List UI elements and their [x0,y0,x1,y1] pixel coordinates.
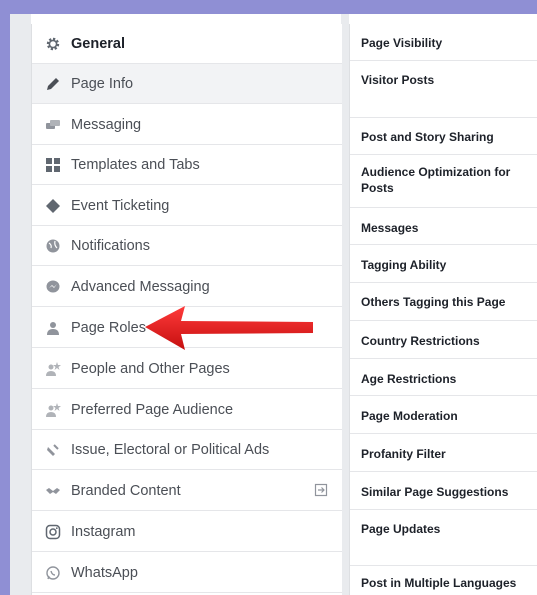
sidebar-item-event-ticketing[interactable]: Event Ticketing [32,186,342,226]
setting-post-multiple-languages[interactable]: Post in Multiple Languages [350,566,537,595]
sidebar-item-label: Preferred Page Audience [71,401,234,418]
setting-label: Post in Multiple Languages [361,576,517,590]
setting-post-story-sharing[interactable]: Post and Story Sharing [350,118,537,155]
sidebar-item-messaging[interactable]: Messaging [32,105,342,145]
sidebar-item-notifications[interactable]: Notifications [32,226,342,266]
setting-tagging-ability[interactable]: Tagging Ability [350,245,537,283]
sidebar-item-label: Instagram [71,523,136,540]
setting-label: Tagging Ability [361,258,447,272]
sidebar-item-label: People and Other Pages [71,360,230,377]
instagram-icon [44,523,62,541]
setting-label: Country Restrictions [361,334,480,348]
sidebar-item-label: WhatsApp [71,564,138,581]
sidebar-item-instagram[interactable]: Instagram [32,512,342,552]
pencil-icon [44,75,62,93]
sidebar-item-label: Advanced Messaging [71,278,210,295]
sidebar-item-people-other-pages[interactable]: People and Other Pages [32,349,342,389]
setting-page-updates[interactable]: Page Updates [350,510,537,566]
sidebar-item-political-ads[interactable]: Issue, Electoral or Political Ads [32,430,342,470]
setting-messages[interactable]: Messages [350,208,537,245]
setting-label: Similar Page Suggestions [361,485,509,499]
sidebar-item-page-info[interactable]: Page Info [32,64,342,104]
setting-label: Messages [361,221,419,235]
setting-similar-page-suggestions[interactable]: Similar Page Suggestions [350,472,537,510]
sidebar-item-label: Page Info [71,75,134,92]
handshake-icon [44,482,62,500]
messenger-icon [44,278,62,296]
sidebar-item-label: Issue, Electoral or Political Ads [71,441,270,458]
grid-icon [44,156,62,174]
setting-label: Audience Optimization for Posts [361,165,511,195]
setting-label: Profanity Filter [361,447,446,461]
sidebar-item-label: Page Roles [71,319,146,336]
sidebar-item-advanced-messaging[interactable]: Advanced Messaging [32,267,342,307]
setting-page-moderation[interactable]: Page Moderation [350,396,537,434]
setting-country-restrictions[interactable]: Country Restrictions [350,321,537,359]
setting-label: Others Tagging this Page [361,295,506,309]
setting-label: Page Visibility [361,36,443,50]
setting-visitor-posts[interactable]: Visitor Posts [350,61,537,118]
sidebar-item-label: General [71,35,125,52]
settings-list: Page Visibility Visitor Posts Post and S… [349,24,537,595]
setting-label: Post and Story Sharing [361,130,494,144]
sidebar-item-label: Templates and Tabs [71,156,200,173]
setting-profanity-filter[interactable]: Profanity Filter [350,434,537,472]
left-gutter [10,14,31,595]
sidebar-item-templates-tabs[interactable]: Templates and Tabs [32,145,342,185]
window-frame-top [0,0,537,14]
setting-label: Page Moderation [361,409,458,423]
gear-icon [44,35,62,53]
sidebar-item-label: Messaging [71,116,142,133]
sidebar-item-general[interactable]: General [32,24,342,64]
people-star-icon [44,401,62,419]
setting-label: Age Restrictions [361,372,457,386]
person-icon [44,319,62,337]
megaphone-icon [44,441,62,459]
setting-audience-optimization[interactable]: Audience Optimization for Posts [350,155,537,208]
chat-bubbles-icon [44,116,62,134]
sidebar-item-label: Event Ticketing [71,197,170,214]
sidebar-item-label: Notifications [71,237,150,254]
sidebar-item-label: Branded Content [71,482,181,499]
sidebar-item-whatsapp[interactable]: WhatsApp [32,553,342,593]
red-arrow-annotation [145,306,313,350]
sidebar-item-branded-content[interactable]: Branded Content [32,471,342,511]
setting-age-restrictions[interactable]: Age Restrictions [350,359,537,396]
window-frame-left [0,0,10,595]
setting-page-visibility[interactable]: Page Visibility [350,24,537,61]
column-gutter [341,14,349,595]
sidebar-item-preferred-audience[interactable]: Preferred Page Audience [32,390,342,430]
whatsapp-icon [44,564,62,582]
setting-label: Page Updates [361,522,441,536]
setting-others-tagging[interactable]: Others Tagging this Page [350,283,537,321]
setting-label: Visitor Posts [361,73,435,87]
ticket-tag-icon [44,197,62,215]
external-link-icon [314,483,328,497]
globe-icon [44,237,62,255]
people-star-icon [44,360,62,378]
